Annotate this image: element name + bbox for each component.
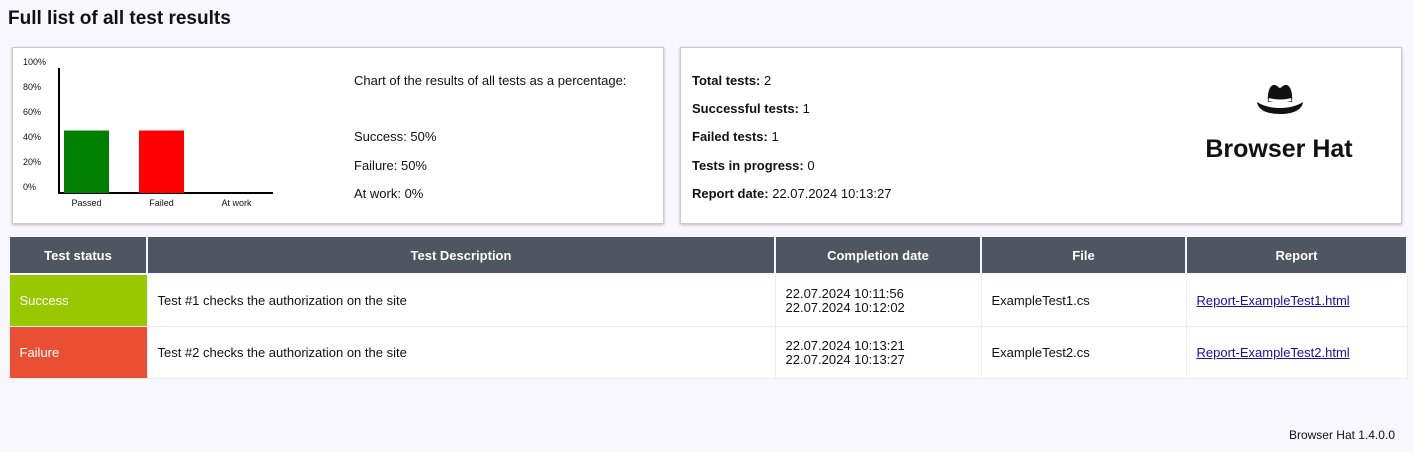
report-link[interactable]: Report-ExampleTest1.html bbox=[1197, 293, 1350, 308]
date-start: 22.07.2024 10:11:56 bbox=[785, 285, 904, 301]
table-row: Failure Test #2 checks the authorization… bbox=[8, 326, 1408, 379]
stat-failed-label: Failed tests: bbox=[692, 129, 768, 144]
col-header-status: Test status bbox=[8, 235, 148, 275]
stat-successful-value: 1 bbox=[802, 101, 810, 116]
y-tick-label: 80% bbox=[23, 82, 41, 92]
col-header-description: Test Description bbox=[146, 235, 776, 275]
results-bar-chart: 0% 20% 40% 60% 80% 100% Passed Failed At work bbox=[23, 57, 273, 208]
chart-caption: Chart of the results of all tests as a p… bbox=[354, 73, 627, 88]
stat-failed-value: 1 bbox=[771, 129, 779, 144]
report-link[interactable]: Report-ExampleTest2.html bbox=[1197, 345, 1350, 360]
results-table: Test status Test Description Completion … bbox=[8, 235, 1408, 379]
report-cell: Report-ExampleTest2.html bbox=[1185, 326, 1408, 379]
completion-date-cell: 22.07.2024 10:11:56 22.07.2024 10:12:02 bbox=[774, 273, 982, 327]
x-tick-label: At work bbox=[221, 198, 252, 208]
file-cell: ExampleTest2.cs bbox=[980, 326, 1187, 379]
report-cell: Report-ExampleTest1.html bbox=[1185, 273, 1408, 327]
stat-in-progress: Tests in progress: 0 bbox=[692, 158, 815, 173]
y-tick-label: 0% bbox=[23, 182, 36, 192]
y-tick-label: 20% bbox=[23, 157, 41, 167]
date-end: 22.07.2024 10:12:02 bbox=[785, 299, 905, 315]
description-cell: Test #1 checks the authorization on the … bbox=[146, 273, 776, 327]
stat-report-date-label: Report date: bbox=[692, 186, 769, 201]
x-tick-label: Failed bbox=[149, 198, 174, 208]
stat-total: Total tests: 2 bbox=[692, 73, 771, 88]
table-row: Success Test #1 checks the authorization… bbox=[8, 273, 1408, 327]
y-tick-label: 40% bbox=[23, 132, 41, 142]
bar-failed bbox=[139, 130, 184, 193]
stat-successful-label: Successful tests: bbox=[692, 101, 799, 116]
date-end: 22.07.2024 10:13:27 bbox=[785, 351, 905, 367]
brand-name: Browser Hat bbox=[1205, 135, 1353, 163]
stat-in-progress-value: 0 bbox=[807, 158, 815, 173]
chart-failure-percent: Failure: 50% bbox=[354, 158, 427, 173]
description-cell: Test #2 checks the authorization on the … bbox=[146, 326, 776, 379]
file-cell: ExampleTest1.cs bbox=[980, 273, 1187, 327]
footer-version: Browser Hat 1.4.0.0 bbox=[1288, 428, 1395, 442]
status-cell-success: Success bbox=[8, 273, 148, 327]
table-header-row: Test status Test Description Completion … bbox=[8, 235, 1408, 275]
col-header-report: Report bbox=[1185, 235, 1408, 275]
chart-panel: 0% 20% 40% 60% 80% 100% Passed Failed At work Ch… bbox=[12, 47, 664, 224]
stat-report-date: Report date: 22.07.2024 10:13:27 bbox=[692, 186, 891, 201]
col-header-completion-date: Completion date bbox=[774, 235, 982, 275]
y-tick-label: 100% bbox=[23, 57, 46, 67]
stat-total-value: 2 bbox=[764, 73, 772, 88]
stat-successful: Successful tests: 1 bbox=[692, 101, 810, 116]
hat-icon bbox=[1257, 84, 1303, 114]
bar-passed bbox=[64, 130, 109, 193]
status-cell-failure: Failure bbox=[8, 326, 148, 379]
y-tick-label: 60% bbox=[23, 107, 41, 117]
stat-report-date-value: 22.07.2024 10:13:27 bbox=[772, 186, 892, 201]
page-title: Full list of all test results bbox=[8, 8, 231, 29]
x-tick-label: Passed bbox=[71, 198, 101, 208]
date-start: 22.07.2024 10:13:21 bbox=[785, 337, 905, 353]
chart-atwork-percent: At work: 0% bbox=[354, 186, 424, 201]
stat-failed: Failed tests: 1 bbox=[692, 129, 779, 144]
completion-date-cell: 22.07.2024 10:13:21 22.07.2024 10:13:27 bbox=[774, 326, 982, 379]
chart-success-percent: Success: 50% bbox=[354, 129, 437, 144]
col-header-file: File bbox=[980, 235, 1187, 275]
stat-total-label: Total tests: bbox=[692, 73, 761, 88]
stats-panel: Total tests: 2 Successful tests: 1 Faile… bbox=[680, 47, 1402, 224]
stat-in-progress-label: Tests in progress: bbox=[692, 158, 804, 173]
